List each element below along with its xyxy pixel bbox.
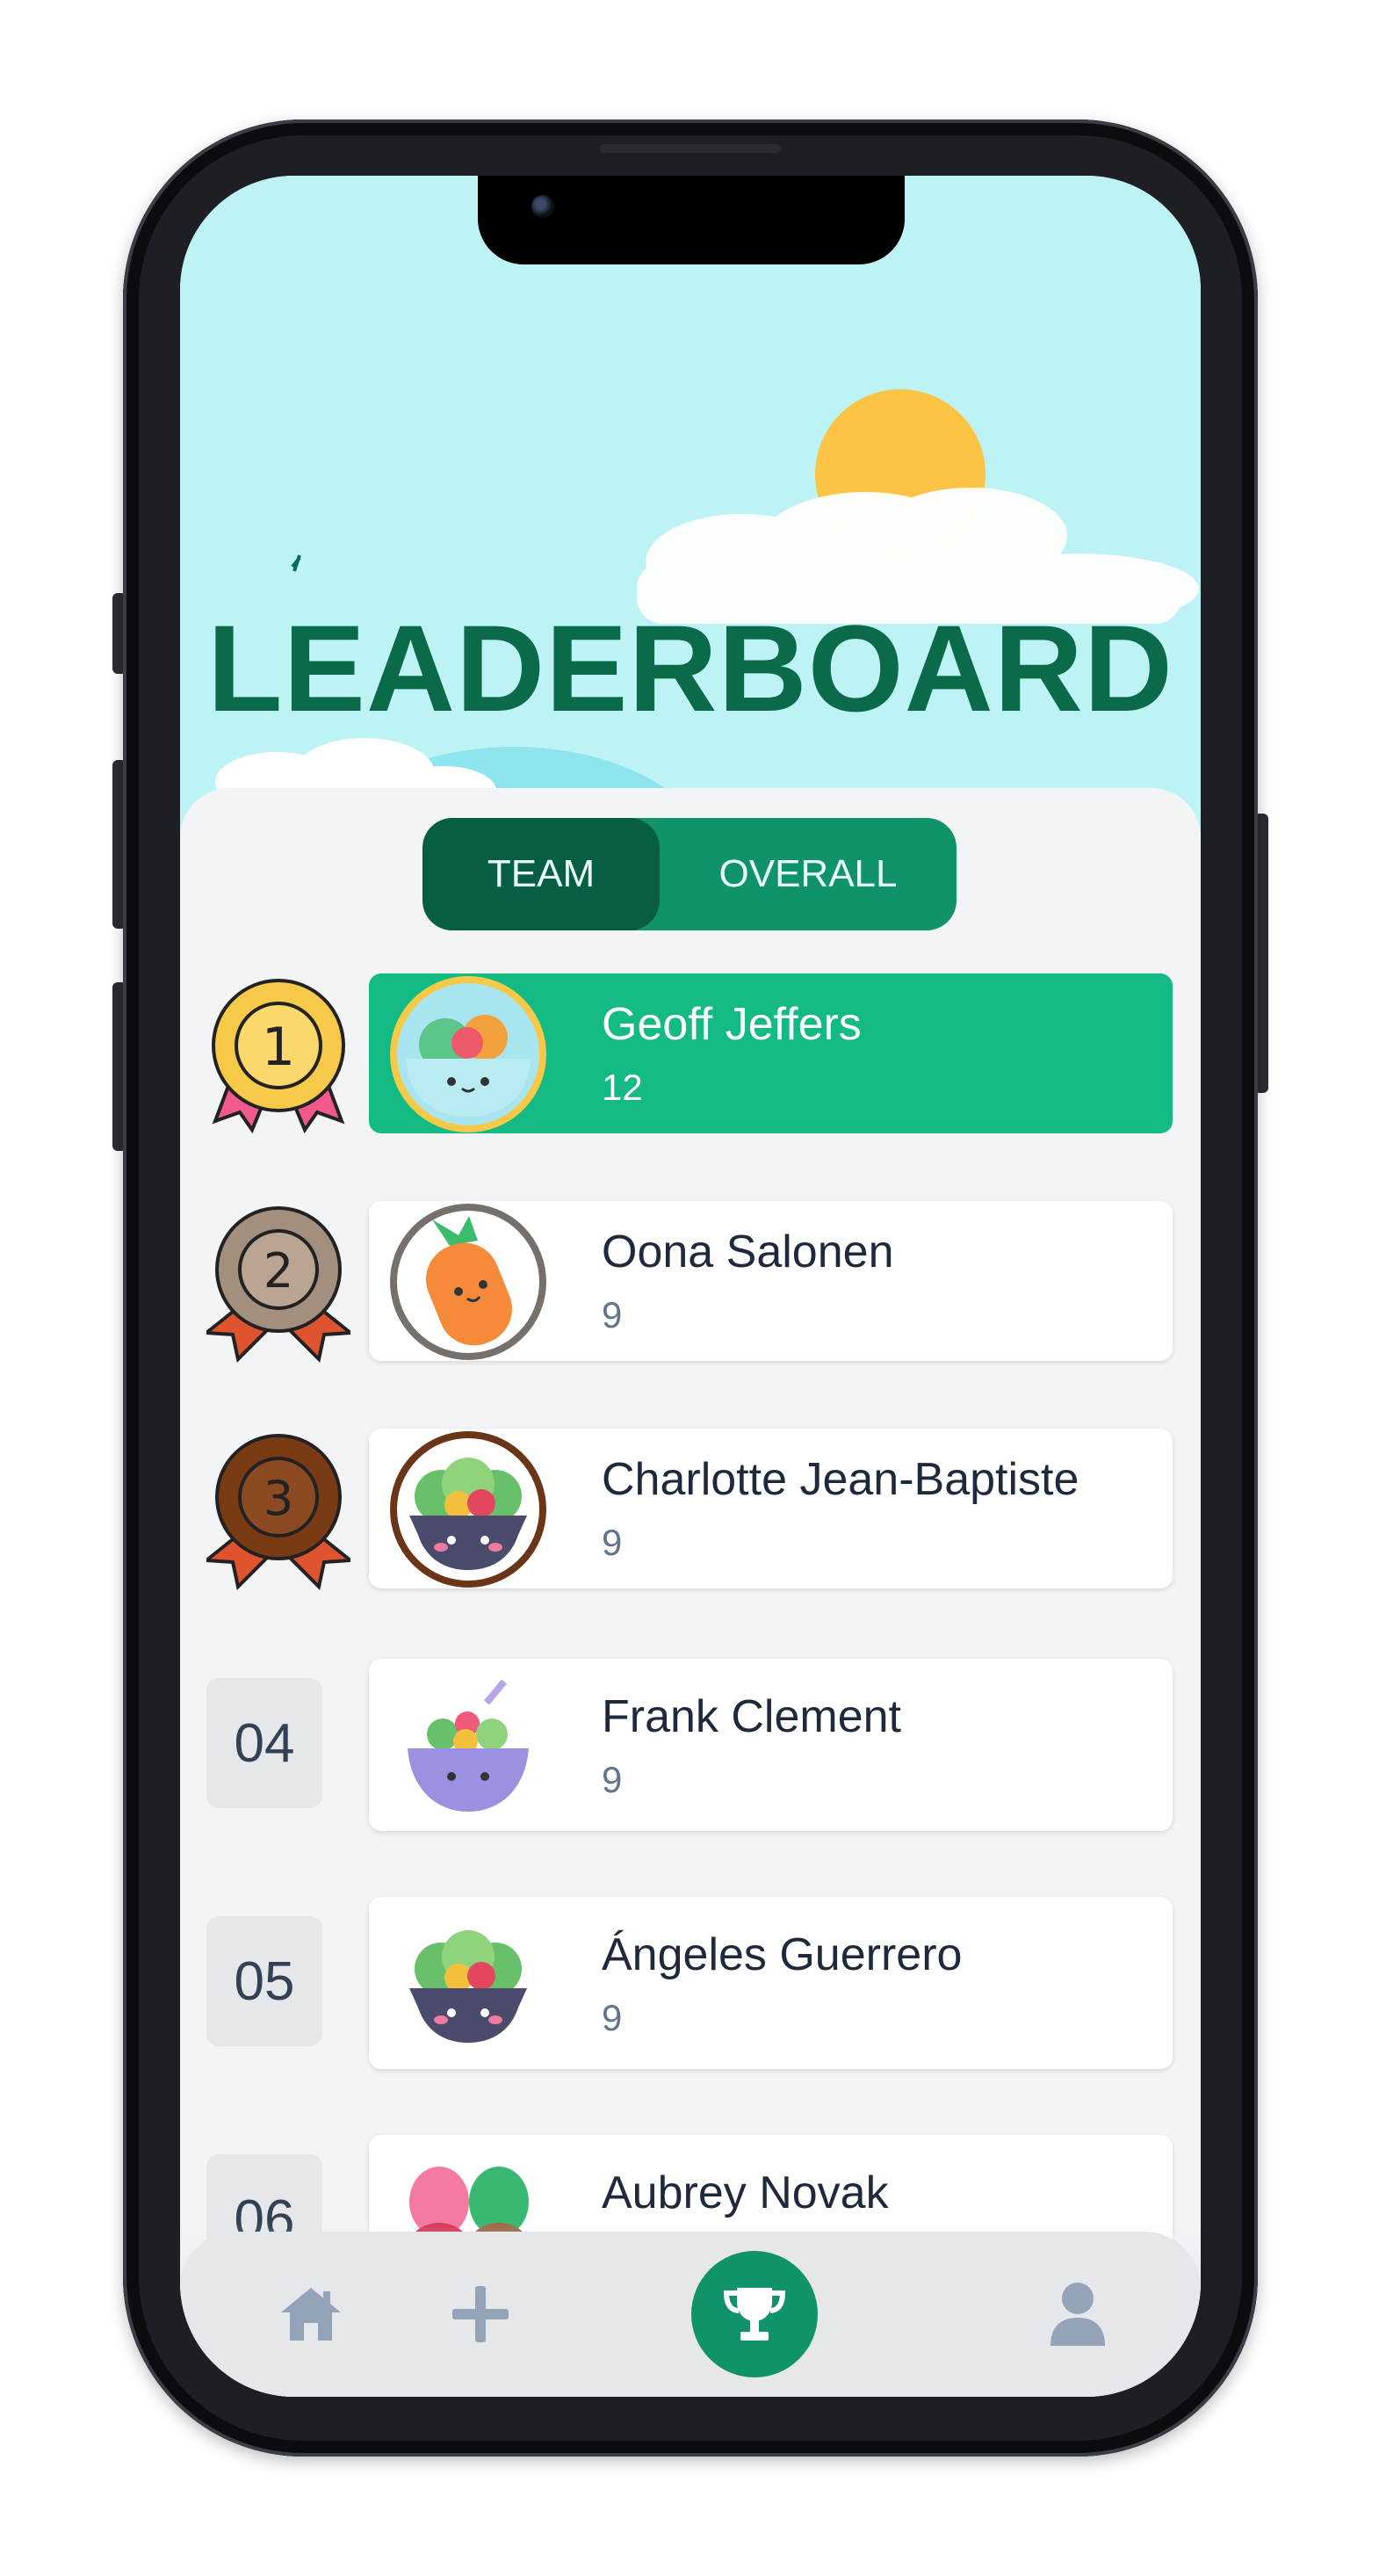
notch xyxy=(478,176,905,264)
player-score: 9 xyxy=(602,1294,623,1335)
bronze-medal-icon: 3 xyxy=(206,1434,350,1590)
player-name: Oona Salonen xyxy=(602,1226,894,1277)
svg-text:2: 2 xyxy=(264,1243,293,1299)
tab-team[interactable]: TEAM xyxy=(422,818,660,930)
player-name: Frank Clement xyxy=(602,1691,901,1742)
svg-text:1: 1 xyxy=(262,1017,295,1078)
bird-icon xyxy=(291,554,301,572)
header-banner: LEADERBOARD xyxy=(180,176,1201,843)
player-score: 9 xyxy=(602,1997,623,2038)
player-name: Geoff Jeffers xyxy=(602,999,862,1050)
tab-switcher: TEAM OVERALL xyxy=(422,818,957,930)
tab-overall[interactable]: OVERALL xyxy=(660,818,957,930)
leaderboard-row[interactable]: 05 Ángeles Guerrero 9 xyxy=(206,1897,1173,2069)
player-score: 9 xyxy=(602,1759,623,1800)
carrot-avatar xyxy=(390,1204,546,1360)
veggie-bowl-avatar xyxy=(390,1431,546,1588)
player-card[interactable]: Charlotte Jean-Baptiste 9 xyxy=(369,1429,1173,1588)
leaderboard-row[interactable]: 1 Geoff Jeffers 12 xyxy=(206,973,1173,1135)
sky-illustration xyxy=(215,389,1199,843)
rank-number: 05 xyxy=(206,1916,322,2046)
speaker-grille xyxy=(600,144,781,153)
leaderboard-row[interactable]: 04 Frank Clement 9 xyxy=(206,1659,1173,1831)
player-card[interactable]: Geoff Jeffers 12 xyxy=(369,973,1173,1133)
nav-add-button[interactable] xyxy=(415,2249,545,2379)
rank-number: 04 xyxy=(206,1678,322,1808)
page-title: LEADERBOARD xyxy=(207,599,1173,737)
player-score: 12 xyxy=(602,1067,643,1108)
salad-bowl-avatar xyxy=(390,976,546,1132)
leaderboard-row[interactable]: 3 Charlotte Jean-Baptiste 9 xyxy=(206,1429,1173,1590)
nav-home-button[interactable] xyxy=(246,2249,376,2379)
svg-text:3: 3 xyxy=(264,1471,293,1526)
nav-leaderboard-button[interactable] xyxy=(690,2249,819,2379)
nav-profile-button[interactable] xyxy=(1013,2249,1143,2379)
trophy-icon xyxy=(723,2288,786,2341)
bottom-nav xyxy=(180,2232,1201,2397)
veggie-bowl-avatar xyxy=(390,1906,546,2062)
silver-medal-icon: 2 xyxy=(206,1206,350,1363)
user-icon xyxy=(1050,2283,1105,2346)
leaderboard-row[interactable]: 2 Oona Salonen 9 xyxy=(206,1201,1173,1363)
home-icon xyxy=(281,2288,341,2341)
leaderboard-panel: TEAM OVERALL 1 Geoff Jeffers 12 2 Oona S… xyxy=(180,788,1201,2397)
player-name: Charlotte Jean-Baptiste xyxy=(602,1454,1079,1505)
player-score: 9 xyxy=(602,1522,623,1563)
purple-salad-bowl-avatar xyxy=(390,1668,546,1824)
plus-icon xyxy=(452,2286,509,2342)
player-card[interactable]: Oona Salonen 9 xyxy=(369,1201,1173,1361)
app-screen: LEADERBOARD TEAM OVERALL 1 Geoff Jeffers… xyxy=(180,176,1201,2397)
player-name: Aubrey Novak xyxy=(602,2167,889,2218)
player-card[interactable]: Ángeles Guerrero 9 xyxy=(369,1897,1173,2069)
gold-medal-icon: 1 xyxy=(212,979,345,1134)
front-camera xyxy=(531,195,554,218)
player-card[interactable]: Frank Clement 9 xyxy=(369,1659,1173,1831)
player-name: Ángeles Guerrero xyxy=(602,1929,963,1980)
nav-active-indicator xyxy=(691,2251,818,2377)
